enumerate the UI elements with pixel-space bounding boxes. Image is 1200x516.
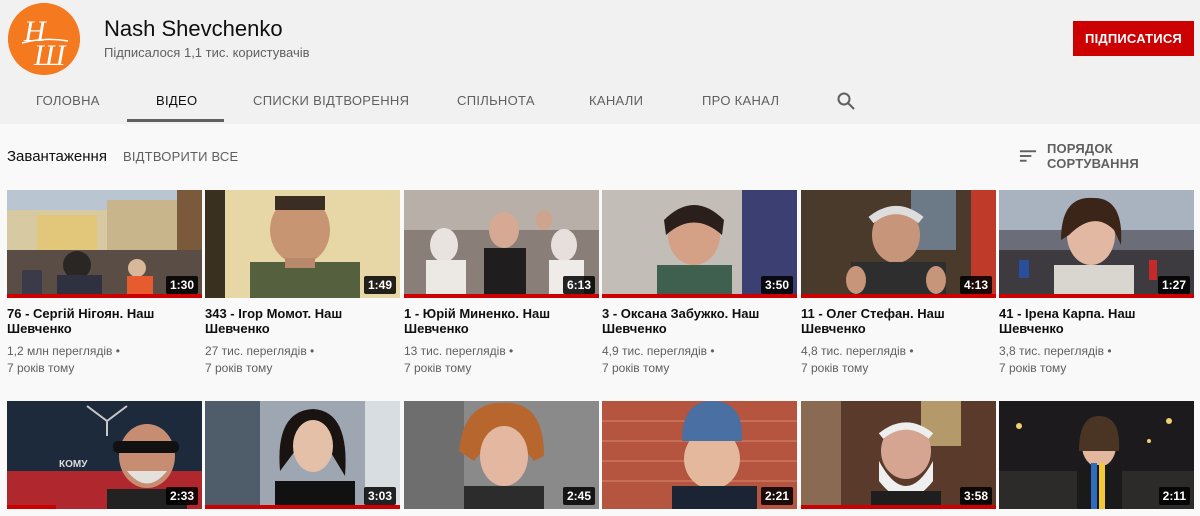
channel-avatar[interactable]: Н Ш — [8, 3, 80, 75]
duration-badge: 3:58 — [959, 487, 992, 505]
video-thumbnail[interactable]: 1:30 — [7, 190, 202, 298]
view-count: 4,8 тис. переглядів • — [801, 344, 914, 358]
active-tab-indicator — [127, 119, 224, 122]
video-thumbnail[interactable]: 2:21 — [602, 401, 797, 509]
video-title[interactable]: 41 - Ірена Карпа. Наш Шевченко — [999, 306, 1179, 336]
play-all-button[interactable]: ВІДТВОРИТИ ВСЕ — [123, 149, 238, 164]
video-card[interactable]: 2:21 — [602, 401, 797, 509]
video-card[interactable]: КОМУ 2:33 — [7, 401, 202, 509]
duration-badge: 4:13 — [959, 276, 992, 294]
upload-age: 7 років тому — [7, 361, 75, 375]
duration-badge: 2:21 — [760, 487, 793, 505]
video-thumbnail[interactable]: 1:27 — [999, 190, 1194, 298]
video-title[interactable]: 3 - Оксана Забужко. Наш Шевченко — [602, 306, 782, 336]
upload-age: 7 років тому — [801, 361, 869, 375]
duration-badge: 2:11 — [1158, 487, 1190, 505]
tab-channels[interactable]: КАНАЛИ — [589, 78, 643, 124]
video-card[interactable]: 1:49 343 - Ігор Момот. Наш Шевченко 27 т… — [205, 190, 400, 377]
upload-age: 7 років тому — [404, 361, 472, 375]
video-thumbnail[interactable]: 2:11 — [999, 401, 1194, 509]
video-card[interactable]: 3:58 — [801, 401, 996, 509]
tab-home[interactable]: ГОЛОВНА — [36, 78, 100, 124]
video-thumbnail[interactable]: 3:50 — [602, 190, 797, 298]
watch-progress — [602, 294, 797, 298]
video-card[interactable]: 6:13 1 - Юрій Миненко. Наш Шевченко 13 т… — [404, 190, 599, 377]
video-card[interactable]: 2:11 — [999, 401, 1194, 509]
watch-progress — [205, 505, 400, 509]
duration-badge: 3:03 — [363, 487, 396, 505]
view-count: 13 тис. переглядів • — [404, 344, 514, 358]
duration-badge: 2:45 — [562, 487, 595, 505]
search-icon[interactable] — [836, 91, 856, 111]
duration-badge: 1:30 — [165, 276, 198, 294]
watch-progress — [404, 294, 599, 298]
channel-tabs: ГОЛОВНА ВІДЕО СПИСКИ ВІДТВОРЕННЯ СПІЛЬНО… — [0, 78, 1200, 124]
tab-playlists[interactable]: СПИСКИ ВІДТВОРЕННЯ — [253, 78, 409, 124]
video-title[interactable]: 76 - Сергій Нігоян. Наш Шевченко — [7, 306, 187, 336]
video-card[interactable]: 4:13 11 - Олег Стефан. Наш Шевченко 4,8 … — [801, 190, 996, 377]
video-thumbnail[interactable]: 6:13 — [404, 190, 599, 298]
video-title[interactable]: 11 - Олег Стефан. Наш Шевченко — [801, 306, 981, 336]
view-count: 1,2 млн переглядів • — [7, 344, 120, 358]
watch-progress — [999, 294, 1194, 298]
upload-age: 7 років тому — [999, 361, 1067, 375]
svg-text:Ш: Ш — [33, 39, 67, 72]
sort-label: ПОРЯДОК СОРТУВАННЯ — [1046, 141, 1139, 171]
sort-button[interactable]: ПОРЯДОК СОРТУВАННЯ — [1019, 141, 1200, 171]
view-count: 3,8 тис. переглядів • — [999, 344, 1112, 358]
channel-name: Nash Shevchenko — [104, 16, 283, 41]
duration-badge: 1:49 — [363, 276, 396, 294]
channel-header: Н Ш Nash Shevchenko Підписалося 1,1 тис.… — [0, 0, 1200, 124]
watch-progress — [7, 505, 56, 509]
video-thumbnail[interactable]: 1:49 — [205, 190, 400, 298]
video-card[interactable]: 1:27 41 - Ірена Карпа. Наш Шевченко 3,8 … — [999, 190, 1194, 377]
video-card[interactable]: 2:45 — [404, 401, 599, 509]
duration-badge: 6:13 — [562, 276, 595, 294]
video-thumbnail[interactable]: 2:45 — [404, 401, 599, 509]
sort-icon — [1019, 150, 1037, 162]
tab-about[interactable]: ПРО КАНАЛ — [702, 78, 779, 124]
view-count: 4,9 тис. переглядів • — [602, 344, 715, 358]
video-thumbnail[interactable]: 4:13 — [801, 190, 996, 298]
watch-progress — [801, 505, 996, 509]
upload-age: 7 років тому — [602, 361, 670, 375]
video-thumbnail[interactable]: 3:03 — [205, 401, 400, 509]
subscribe-button[interactable]: ПІДПИСАТИСЯ — [1073, 21, 1194, 56]
video-thumbnail[interactable]: КОМУ 2:33 — [7, 401, 202, 509]
video-card[interactable]: 1:30 76 - Сергій Нігоян. Наш Шевченко 1,… — [7, 190, 202, 377]
section-title: Завантаження — [7, 148, 107, 165]
duration-badge: 2:33 — [165, 487, 198, 505]
duration-badge: 1:27 — [1157, 276, 1190, 294]
tab-community[interactable]: СПІЛЬНОТА — [457, 78, 535, 124]
video-card[interactable]: 3:03 — [205, 401, 400, 509]
watch-progress — [801, 294, 996, 298]
view-count: 27 тис. переглядів • — [205, 344, 315, 358]
duration-badge: 3:50 — [760, 276, 793, 294]
video-title[interactable]: 343 - Ігор Момот. Наш Шевченко — [205, 306, 385, 336]
video-thumbnail[interactable]: 3:58 — [801, 401, 996, 509]
subscriber-count: Підписалося 1,1 тис. користувачів — [104, 45, 310, 60]
watch-progress — [7, 294, 202, 298]
upload-age: 7 років тому — [205, 361, 273, 375]
video-title[interactable]: 1 - Юрій Миненко. Наш Шевченко — [404, 306, 584, 336]
video-card[interactable]: 3:50 3 - Оксана Забужко. Наш Шевченко 4,… — [602, 190, 797, 377]
svg-text:КОМУ: КОМУ — [59, 459, 88, 470]
tab-videos[interactable]: ВІДЕО — [156, 78, 197, 124]
